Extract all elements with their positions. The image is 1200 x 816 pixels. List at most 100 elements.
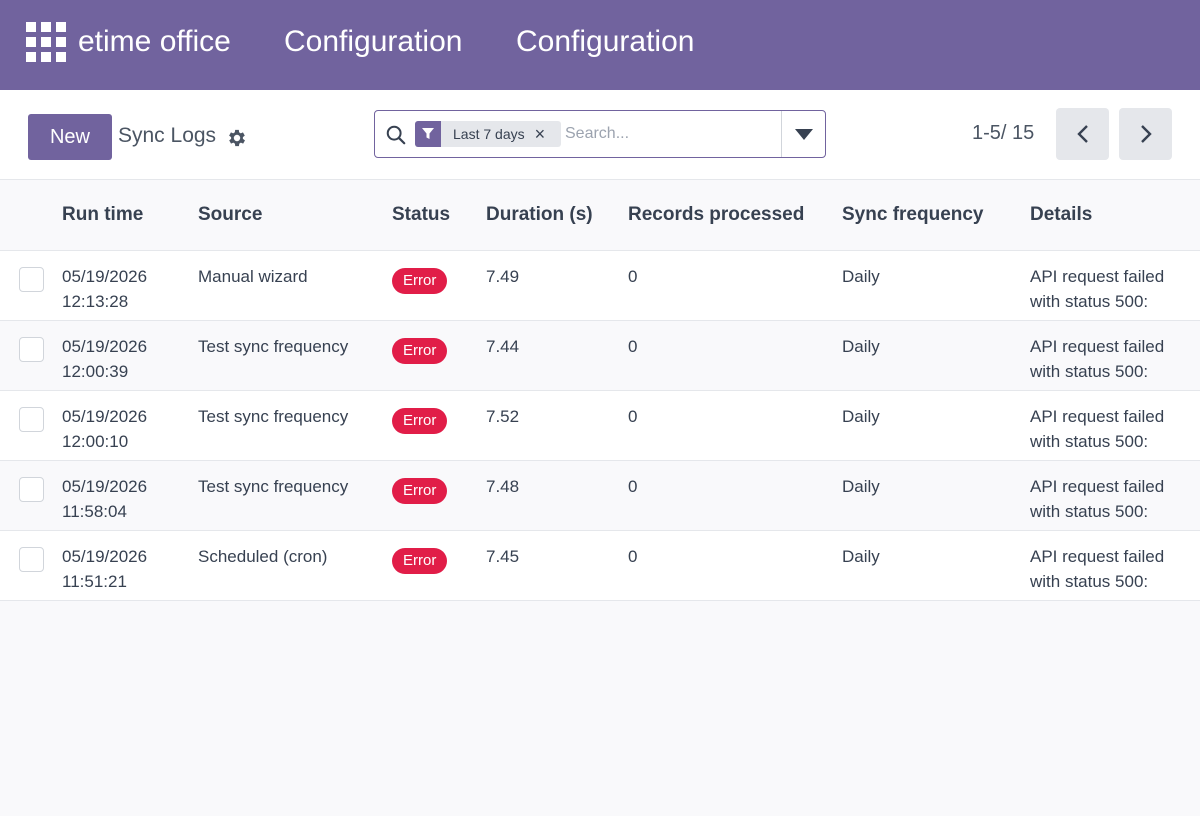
run-date: 05/19/2026 — [62, 266, 148, 286]
status-badge: Error — [392, 547, 448, 574]
details-line-1: API request failed — [1030, 336, 1165, 356]
status-cell: Error — [392, 460, 486, 531]
chevron-left-icon — [1076, 125, 1088, 143]
table-row[interactable]: 05/19/2026 11:51:21 Scheduled (cron) Error 7… — [0, 530, 1200, 601]
details-cell: API request failed with status 500: — [1030, 530, 1200, 601]
details-cell: API request failed with status 500: — [1030, 250, 1200, 321]
run-date: 05/19/2026 — [62, 546, 148, 566]
row-checkbox[interactable] — [19, 546, 44, 572]
filter-icon — [415, 121, 441, 147]
pager-next-button[interactable] — [1119, 108, 1172, 160]
apps-grid-icon[interactable] — [26, 22, 66, 62]
duration-cell: 7.52 — [486, 390, 628, 461]
header-duration[interactable]: Duration (s) — [486, 180, 628, 251]
control-panel: New Sync Logs Last 7 days × 1-5/ 15 — [0, 90, 1200, 180]
source-cell: Manual wizard — [198, 250, 392, 321]
row-select-cell — [0, 320, 62, 391]
details-line-2: with status 500: — [1030, 361, 1149, 381]
details-line-1: API request failed — [1030, 406, 1165, 426]
search-icon[interactable] — [385, 124, 407, 146]
run-date: 05/19/2026 — [62, 336, 148, 356]
source-cell: Scheduled (cron) — [198, 530, 392, 601]
pager-previous-button[interactable] — [1056, 108, 1109, 160]
details-line-1: API request failed — [1030, 546, 1165, 566]
chevron-right-icon — [1140, 125, 1152, 143]
details-cell: API request failed with status 500: — [1030, 320, 1200, 391]
run-time-cell: 05/19/2026 12:00:10 — [62, 390, 198, 461]
facet-label: Last 7 days — [453, 126, 525, 142]
nav-menu-configuration[interactable]: Configuration — [284, 22, 462, 62]
table-row[interactable]: 05/19/2026 12:00:39 Test sync frequency Err… — [0, 320, 1200, 391]
details-line-2: with status 500: — [1030, 501, 1149, 521]
duration-cell: 7.48 — [486, 460, 628, 531]
search-box: Last 7 days × — [374, 110, 826, 158]
records-cell: 0 — [628, 460, 842, 531]
run-time: 11:51:21 — [62, 571, 127, 591]
row-checkbox[interactable] — [19, 266, 44, 292]
row-select-cell — [0, 530, 62, 601]
row-select-cell — [0, 250, 62, 321]
search-input[interactable] — [565, 121, 775, 147]
details-line-2: with status 500: — [1030, 291, 1149, 311]
duration-cell: 7.49 — [486, 250, 628, 321]
source-cell: Test sync frequency — [198, 390, 392, 461]
top-navbar: etime office Configuration Configuration — [0, 0, 1200, 90]
header-source[interactable]: Source — [198, 180, 392, 251]
new-button[interactable]: New — [28, 114, 112, 160]
run-time-cell: 05/19/2026 11:51:21 — [62, 530, 198, 601]
records-cell: 0 — [628, 530, 842, 601]
details-cell: API request failed with status 500: — [1030, 390, 1200, 461]
frequency-cell: Daily — [842, 530, 1030, 601]
status-cell: Error — [392, 250, 486, 321]
row-select-cell — [0, 460, 62, 531]
pager-value[interactable]: 1-5/ 15 — [972, 122, 1034, 145]
sync-logs-table: Run time Source Status Duration (s) Reco… — [0, 180, 1200, 601]
status-cell: Error — [392, 390, 486, 461]
header-sync-frequency[interactable]: Sync frequency — [842, 180, 1030, 251]
close-icon[interactable]: × — [535, 124, 546, 144]
table-row[interactable]: 05/19/2026 11:58:04 Test sync frequency Err… — [0, 460, 1200, 531]
header-run-time[interactable]: Run time — [62, 180, 198, 251]
app-brand[interactable]: etime office — [78, 22, 231, 62]
gear-icon[interactable] — [226, 127, 248, 149]
nav-menu-configuration-2[interactable]: Configuration — [516, 22, 694, 62]
row-checkbox[interactable] — [19, 476, 44, 502]
records-cell: 0 — [628, 320, 842, 391]
frequency-cell: Daily — [842, 460, 1030, 531]
status-badge: Error — [392, 337, 448, 364]
caret-down-icon — [795, 129, 813, 140]
status-badge: Error — [392, 477, 448, 504]
frequency-cell: Daily — [842, 390, 1030, 461]
records-cell: 0 — [628, 250, 842, 321]
table-row[interactable]: 05/19/2026 12:13:28 Manual wizard Error 7.49… — [0, 250, 1200, 321]
status-cell: Error — [392, 320, 486, 391]
details-line-1: API request failed — [1030, 266, 1165, 286]
status-cell: Error — [392, 530, 486, 601]
breadcrumb: Sync Logs — [118, 124, 217, 147]
header-status[interactable]: Status — [392, 180, 486, 251]
duration-cell: 7.44 — [486, 320, 628, 391]
details-line-2: with status 500: — [1030, 571, 1149, 591]
frequency-cell: Daily — [842, 250, 1030, 321]
run-time: 12:13:28 — [62, 291, 129, 311]
run-time-cell: 05/19/2026 12:00:39 — [62, 320, 198, 391]
header-details[interactable]: Details — [1030, 180, 1200, 251]
run-time-cell: 05/19/2026 11:58:04 — [62, 460, 198, 531]
table-row[interactable]: 05/19/2026 12:00:10 Test sync frequency Err… — [0, 390, 1200, 461]
run-date: 05/19/2026 — [62, 476, 148, 496]
source-cell: Test sync frequency — [198, 460, 392, 531]
search-facet: Last 7 days × — [415, 121, 561, 147]
status-badge: Error — [392, 267, 448, 294]
row-checkbox[interactable] — [19, 406, 44, 432]
details-line-2: with status 500: — [1030, 431, 1149, 451]
duration-cell: 7.45 — [486, 530, 628, 601]
status-badge: Error — [392, 407, 448, 434]
run-date: 05/19/2026 — [62, 406, 148, 426]
search-options-toggle[interactable] — [781, 111, 826, 157]
header-select — [0, 180, 62, 251]
header-records-processed[interactable]: Records processed — [628, 180, 842, 251]
row-select-cell — [0, 390, 62, 461]
records-cell: 0 — [628, 390, 842, 461]
run-time: 11:58:04 — [62, 501, 127, 521]
row-checkbox[interactable] — [19, 336, 44, 362]
